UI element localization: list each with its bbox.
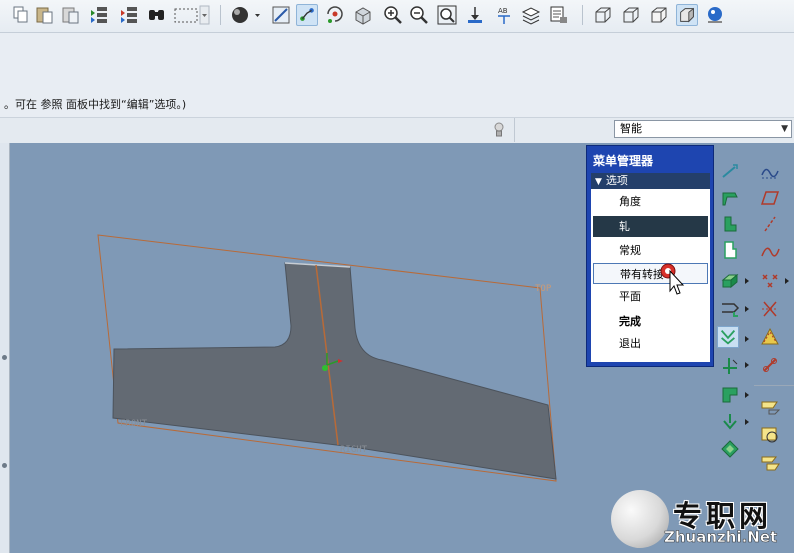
model-tree-icon[interactable] [704,4,726,26]
sash-grip-icon [2,355,7,360]
refit-icon[interactable] [436,4,458,26]
intersect-icon[interactable] [759,424,781,446]
no-hidden-icon[interactable] [648,4,670,26]
datum-axis-icon[interactable] [719,161,741,183]
menu-section-label: 选项 [605,174,628,187]
shaded-icon[interactable] [676,4,698,26]
part-geometry[interactable] [112,262,557,480]
status-divider [514,118,515,142]
datum-display-icon[interactable] [296,4,318,26]
csys-origin [322,365,328,371]
menu-item-rolled[interactable]: 轧 [593,216,708,237]
sketch-icon[interactable] [759,298,781,320]
dashboard-area [0,33,794,91]
paste-icon[interactable] [34,4,56,26]
rib-icon[interactable] [719,213,741,235]
flyout-arrow-icon[interactable] [745,336,749,342]
chevron-down-icon: ▼ [781,124,788,134]
flyout-arrow-icon[interactable] [785,278,789,284]
menu-section-options[interactable]: ▼ 选项 [591,173,710,189]
toolbar-divider [754,385,794,386]
lightbulb-icon[interactable] [492,120,506,140]
flyout-arrow-icon[interactable] [745,419,749,425]
round-icon[interactable] [759,326,781,348]
coord-sys-icon[interactable] [759,270,781,292]
cross-section-icon[interactable] [759,452,781,474]
flyout-arrow-icon[interactable] [745,278,749,284]
draft-icon[interactable] [719,239,741,261]
svg-text:AB: AB [498,7,508,15]
flyout-arrow-icon[interactable] [745,306,749,312]
view-manager-icon[interactable] [548,4,570,26]
orient-icon[interactable] [352,4,374,26]
left-sash[interactable] [0,143,10,553]
spin-center-icon[interactable] [324,4,346,26]
arrow-cursor-icon [669,269,685,295]
menu-manager-title: 菜单管理器 [593,154,654,168]
reorient-icon[interactable] [464,4,486,26]
menu-list: ▼ 选项 角度 轧 常规 带有转接 平面 完成 退出 [591,173,710,362]
sketched-curve-icon[interactable] [759,161,781,183]
datum-plane-icon[interactable] [759,187,781,209]
sweep-icon[interactable] [719,438,741,460]
pattern-icon[interactable] [719,384,741,406]
flyout-arrow-icon[interactable] [745,362,749,368]
message-text: 。可在 参照 面板中找到“编辑”选项。) [4,98,187,111]
main-toolbar: AB [0,0,794,33]
shell-icon[interactable] [719,187,741,209]
paste-special-icon[interactable] [60,4,82,26]
regen-manager-icon[interactable] [118,4,140,26]
extrude-icon[interactable] [719,270,741,292]
menu-item-normal[interactable]: 常规 [593,240,708,261]
menu-item-done[interactable]: 完成 [593,311,708,332]
watermark-logo-icon [611,490,669,548]
sash-grip-icon [2,463,7,468]
menu-item-with-transition[interactable]: 带有转接 [593,263,708,284]
layers-icon[interactable] [520,4,542,26]
menu-item-quit[interactable]: 退出 [593,333,708,354]
offset-icon[interactable] [759,396,781,418]
datum-label-front: FRONT [120,419,148,429]
curve-icon[interactable] [759,241,781,263]
revolve-icon[interactable] [719,298,741,320]
hidden-line-icon[interactable] [620,4,642,26]
menu-manager: 菜单管理器 ▼ 选项 角度 轧 常规 带有转接 平面 完成 退出 [586,145,714,367]
wireframe-icon[interactable] [592,4,614,26]
find-icon[interactable] [146,4,168,26]
mouse-cursor [660,263,686,295]
datum-point-icon[interactable] [759,213,781,235]
datum-label-right: RIGHT [340,445,368,455]
menu-item-plane[interactable]: 平面 [593,286,708,307]
watermark-url: Zhuanzhi.Net [664,528,778,547]
selection-filter-select[interactable]: 智能 ▼ [614,120,792,138]
zoom-in-icon[interactable] [382,4,404,26]
repaint-icon[interactable] [270,4,292,26]
menu-item-angle[interactable]: 角度 [593,191,708,212]
flyout-arrow-icon[interactable] [745,392,749,398]
datum-label-top: TOP [535,284,552,294]
saved-views-icon[interactable]: AB [494,4,516,26]
copy-icon[interactable] [10,4,32,26]
collapse-triangle-icon: ▼ [595,177,602,187]
select-box-icon[interactable] [172,4,210,26]
regenerate-icon[interactable] [88,4,110,26]
shading-icon[interactable] [228,4,264,26]
zoom-out-icon[interactable] [408,4,430,26]
merge-icon[interactable] [719,411,741,433]
hole-icon[interactable] [719,354,741,376]
blend-icon[interactable] [717,326,739,348]
selection-filter-value: 智能 [620,122,642,135]
trim-icon[interactable] [759,354,781,376]
